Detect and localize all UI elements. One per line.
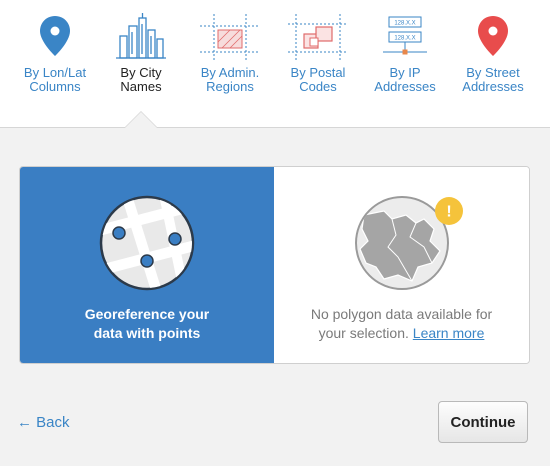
tab-label-line1: By City [120,65,162,80]
tab-lon-lat-columns[interactable]: By Lon/Lat Columns [9,0,101,127]
ip-address-icon: 128.X.X 128.X.X [383,16,427,55]
tab-label-line2: Addresses [374,79,436,94]
ip-chip-text: 128.X.X [394,21,415,27]
option-polygons-unavailable: ! No polygon data available for your sele… [274,167,529,363]
tab-label-line1: By Street [466,65,520,80]
tab-label-line2: Regions [206,79,254,94]
street-pin-icon [478,16,508,56]
warning-glyph: ! [446,204,451,221]
tab-label-line1: By Lon/Lat [23,65,87,80]
learn-more-link[interactable]: Learn more [413,325,485,341]
tab-postal-codes[interactable]: By Postal Codes [272,0,364,127]
active-tab-caret-fill [125,112,157,128]
tab-label-line1: By Postal [290,65,346,80]
postal-codes-icon [288,14,348,62]
polygon-text-line1: No polygon data available for [310,306,493,322]
continue-button[interactable]: Continue [438,401,528,443]
tab-ip-addresses[interactable]: 128.X.X 128.X.X By IP Addresses [359,0,451,127]
tab-street-addresses[interactable]: By Street Addresses [447,0,539,127]
points-text-line2: data with points [93,325,201,341]
tab-label-line1: By IP [389,65,421,80]
polygon-text-line2: your selection. [318,325,413,341]
warning-icon: ! [435,197,463,225]
admin-regions-icon [200,14,260,62]
city-skyline-icon [116,13,166,59]
option-georeference-points[interactable]: Georeference your data with points [20,167,274,363]
tab-admin-regions[interactable]: By Admin. Regions [184,0,276,127]
tab-city-names[interactable]: By City Names [95,0,187,127]
georeference-options-card: Georeference your data with points ! No p… [19,166,530,364]
map-points-icon [99,195,195,291]
tab-label-line2: Addresses [462,79,524,94]
tab-label-line2: Columns [29,79,81,94]
back-button[interactable]: ← Back [17,414,70,431]
tab-label-line2: Codes [299,79,337,94]
ip-chip-text: 128.X.X [394,36,415,42]
back-label: Back [36,414,70,431]
points-text-line1: Georeference your [84,306,210,322]
georeference-type-tabs: By Lon/Lat Columns By City Names By Admi… [0,0,550,128]
tab-label-line2: Names [120,79,162,94]
tab-label-line1: By Admin. [200,65,260,80]
back-arrow-icon: ← [17,414,32,431]
map-pin-icon [40,16,70,56]
